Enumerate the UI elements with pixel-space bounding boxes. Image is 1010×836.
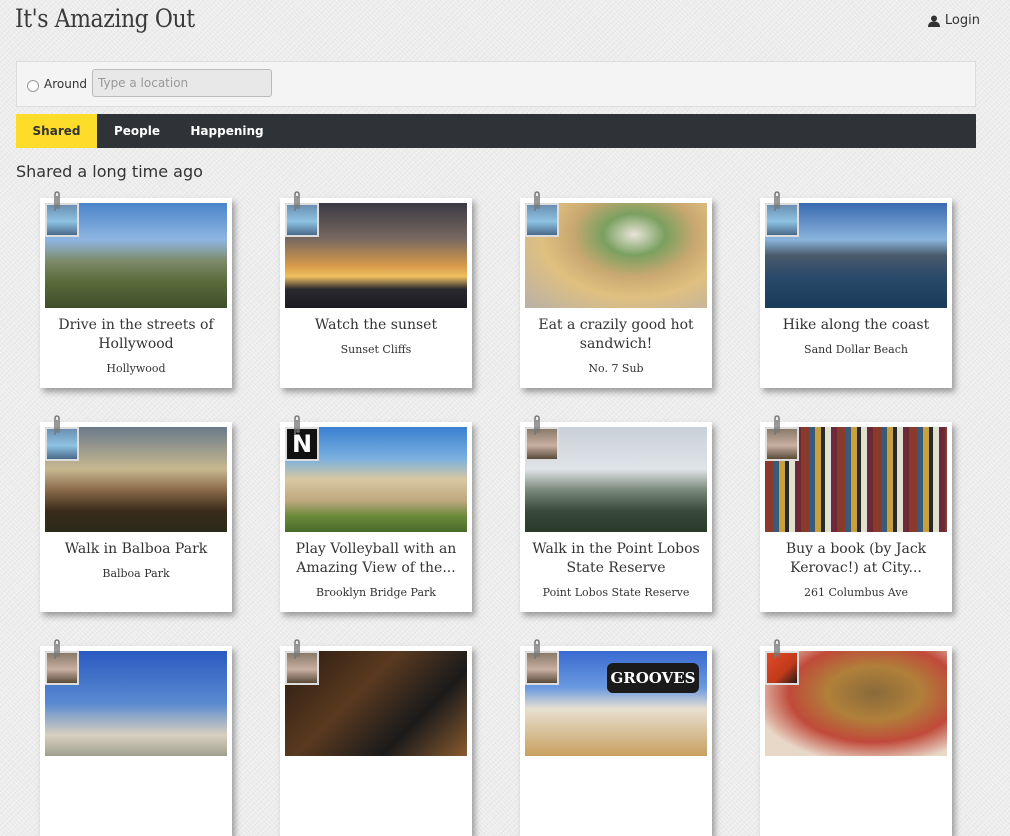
avatar [285,651,319,685]
card-place: Hollywood [106,362,166,375]
activity-card[interactable]: Walk in the Point Lobos State Reserve Po… [520,415,712,612]
card-title: Walk in Balboa Park [64,541,208,557]
login-label: Login [944,13,980,28]
paperclip-icon [54,191,60,211]
paperclip-icon [294,191,300,211]
card-place: Balboa Park [102,567,170,580]
card-title: Walk in the Point Lobos State Reserve [532,541,700,576]
login-link[interactable]: Login [927,13,980,28]
avatar [525,427,559,461]
around-label: Around [44,77,88,91]
activity-card[interactable] [40,639,232,836]
avatar [45,651,79,685]
location-search-bar: Around [16,61,976,107]
user-icon [927,15,940,27]
avatar [765,203,799,237]
card-place: 261 Columbus Ave [803,586,909,599]
activity-card[interactable]: Hike along the coast Sand Dollar Beach [760,191,952,388]
card-title: Watch the sunset [314,317,438,333]
paperclip-icon [54,415,60,435]
logo[interactable]: It's Amazing Out [15,4,195,33]
card-title: Hike along the coast [782,317,930,333]
activity-card[interactable]: Walk in Balboa Park Balboa Park [40,415,232,612]
avatar [285,203,319,237]
activity-card[interactable]: Eat a crazily good hot sandwich! No. 7 S… [520,191,712,388]
activity-card[interactable]: Drive in the streets of Hollywood Hollyw… [40,191,232,388]
nav-tabs: Shared People Happening [16,114,976,148]
paperclip-icon [774,639,780,659]
card-place: Brooklyn Bridge Park [316,586,436,599]
around-radio[interactable] [27,80,39,92]
card-title: Play Volleyball with an Amazing View of … [295,541,457,576]
activity-card[interactable]: Buy a book (by Jack Kerovac!) at City...… [760,415,952,612]
avatar [525,203,559,237]
avatar [45,427,79,461]
paperclip-icon [534,191,540,211]
card-title: Eat a crazily good hot sandwich! [538,317,694,352]
avatar: N [285,427,319,461]
activity-card[interactable]: GROOVES [520,639,712,836]
card-place: Point Lobos State Reserve [542,586,690,599]
tab-people[interactable]: People [97,114,177,148]
tab-happening[interactable]: Happening [177,114,277,148]
activity-card[interactable] [760,639,952,836]
grooves-sign: GROOVES [607,663,699,693]
card-place: Sand Dollar Beach [804,343,908,356]
paperclip-icon [534,639,540,659]
paperclip-icon [294,639,300,659]
location-input[interactable] [92,69,272,97]
card-title: Drive in the streets of Hollywood [58,317,214,352]
paperclip-icon [54,639,60,659]
paperclip-icon [534,415,540,435]
activity-card[interactable]: N Play Volleyball with an Amazing View o… [280,415,472,612]
card-title: Buy a book (by Jack Kerovac!) at City... [785,541,927,576]
tab-shared[interactable]: Shared [16,114,97,148]
paperclip-icon [774,191,780,211]
activity-card[interactable] [280,639,472,836]
avatar [765,427,799,461]
avatar [765,651,799,685]
avatar [45,203,79,237]
card-place: Sunset Cliffs [340,343,412,356]
paperclip-icon [294,415,300,435]
paperclip-icon [774,415,780,435]
activity-card[interactable]: Watch the sunset Sunset Cliffs [280,191,472,388]
section-title: Shared a long time ago [16,162,203,181]
card-place: No. 7 Sub [588,362,644,375]
avatar [525,651,559,685]
